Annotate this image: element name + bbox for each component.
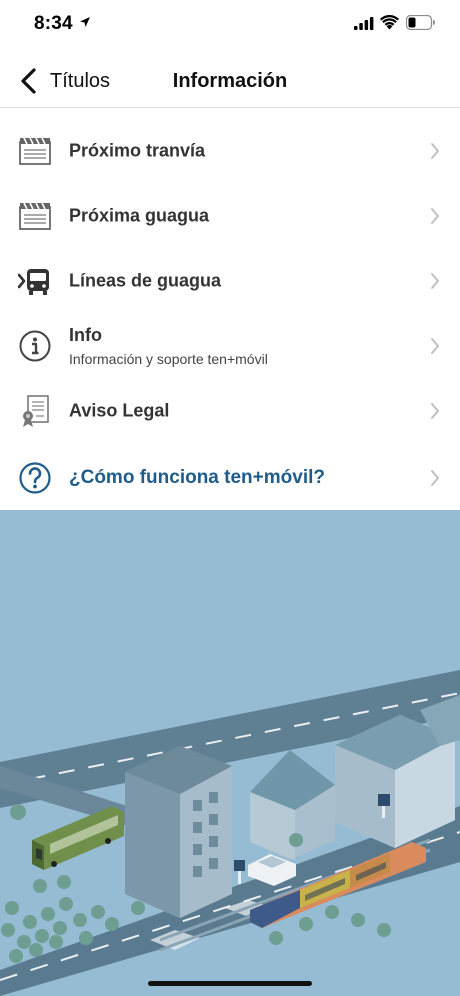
city-illustration xyxy=(0,510,460,996)
page-title: Información xyxy=(172,70,288,92)
clapperboard-icon xyxy=(18,199,52,233)
menu-list: Próximo tranvía Próxima guagua Líneas de… xyxy=(0,118,460,513)
menu-item-label: Líneas de guagua xyxy=(69,270,222,290)
menu-item-label: Aviso Legal xyxy=(69,400,170,420)
menu-item-label: ¿Cómo funciona ten+móvil? xyxy=(69,467,325,488)
chevron-right-icon xyxy=(431,470,439,486)
chevron-right-icon xyxy=(431,402,439,419)
status-time: 8:34 xyxy=(34,13,73,34)
chevron-right-icon xyxy=(431,142,439,159)
wifi-icon xyxy=(380,15,399,30)
menu-item-label: Info xyxy=(69,324,102,345)
location-arrow-icon xyxy=(80,17,90,27)
certificate-icon xyxy=(18,394,52,428)
signal-icon xyxy=(354,17,374,30)
home-indicator xyxy=(148,981,312,986)
menu-item-aviso-legal[interactable]: Aviso Legal xyxy=(0,378,460,443)
battery-icon xyxy=(406,15,435,30)
menu-item-label: Próximo tranvía xyxy=(69,140,206,160)
question-icon xyxy=(18,461,52,495)
bus-icon xyxy=(18,264,52,298)
chevron-right-icon xyxy=(431,207,439,224)
chevron-right-icon xyxy=(431,272,439,289)
clapperboard-icon xyxy=(18,134,52,168)
menu-item-proximo-tranvia[interactable]: Próximo tranvía xyxy=(0,118,460,183)
menu-item-como-funciona[interactable]: ¿Cómo funciona ten+móvil? xyxy=(0,443,460,513)
menu-item-subtitle: Información y soporte ten+móvil xyxy=(69,350,268,367)
navigation-bar: Títulos Información xyxy=(0,54,460,108)
menu-item-label: Próxima guagua xyxy=(69,205,210,225)
status-bar: 8:34 xyxy=(0,0,460,50)
menu-item-info[interactable]: Info Información y soporte ten+móvil xyxy=(0,313,460,378)
chevron-right-icon xyxy=(431,337,439,354)
info-icon xyxy=(18,329,52,363)
menu-item-lineas-de-guagua[interactable]: Líneas de guagua xyxy=(0,248,460,313)
menu-item-proxima-guagua[interactable]: Próxima guagua xyxy=(0,183,460,248)
